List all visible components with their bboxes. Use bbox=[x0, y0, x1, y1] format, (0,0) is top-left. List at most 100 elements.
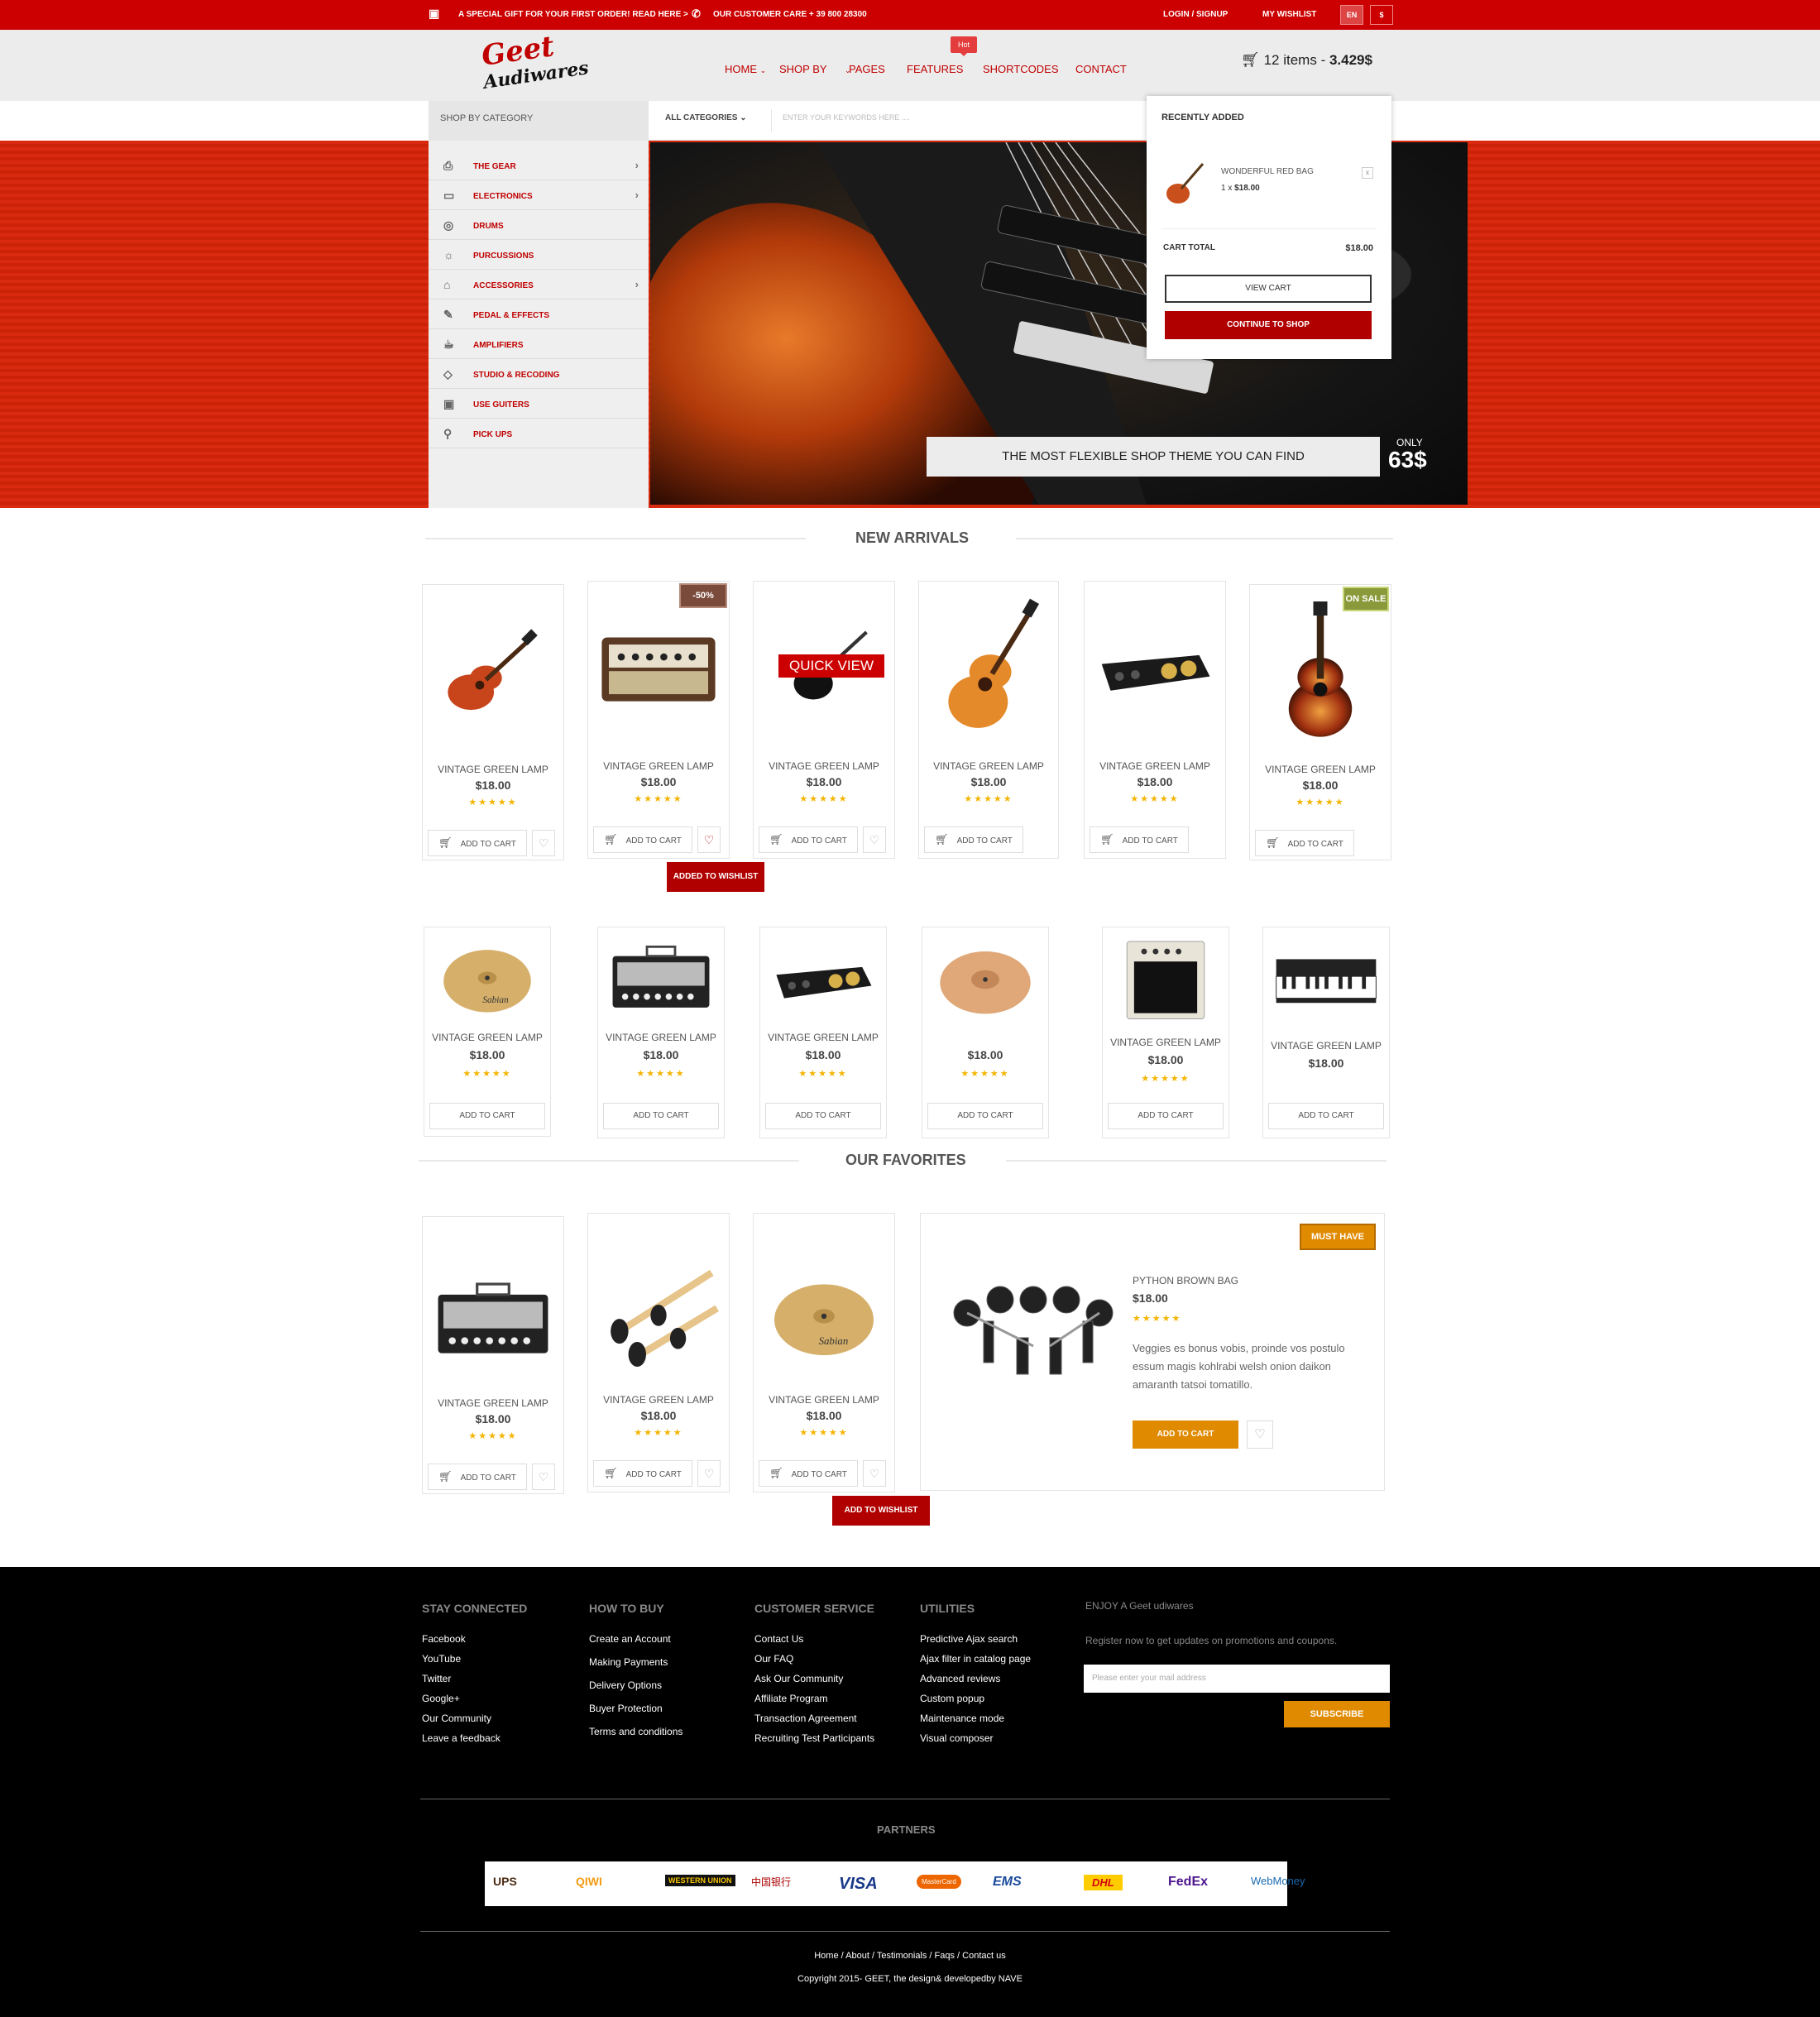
product-image[interactable] bbox=[596, 598, 721, 739]
nav-shortcodes[interactable]: SHORTCODES bbox=[983, 63, 1059, 75]
nav-contact[interactable]: CONTACT bbox=[1075, 63, 1127, 75]
product-name[interactable]: VINTAGE GREEN LAMP bbox=[588, 760, 729, 772]
wishlist-button[interactable]: ♡ bbox=[697, 1460, 721, 1487]
nav-pages[interactable]: PAGES bbox=[849, 63, 885, 75]
sidebar-item-pedal-effects[interactable]: ✎ PEDAL & EFFECTS bbox=[429, 299, 649, 329]
nav-home[interactable]: HOME ⌄ bbox=[725, 63, 766, 75]
add-to-cart-button[interactable]: 🛒︎ ADD TO CART bbox=[759, 826, 858, 853]
sidebar-item-purcussions[interactable]: ☼ PURCUSSIONS bbox=[429, 240, 649, 270]
wishlist-button[interactable]: ♡ bbox=[863, 1460, 886, 1487]
product-image[interactable] bbox=[596, 1238, 721, 1396]
product-name[interactable]: VINTAGE GREEN LAMP bbox=[423, 764, 563, 775]
product-image[interactable] bbox=[1111, 936, 1220, 1022]
footer-link[interactable]: YouTube bbox=[422, 1653, 461, 1665]
product-name[interactable]: VINTAGE GREEN LAMP bbox=[423, 1397, 563, 1409]
product-image[interactable]: Sabian bbox=[762, 1238, 886, 1396]
add-to-cart-button[interactable]: 🛒︎ ADD TO CART bbox=[1255, 830, 1354, 856]
footer-link[interactable]: Contact Us bbox=[754, 1633, 803, 1645]
product-name[interactable]: VINTAGE GREEN LAMP bbox=[754, 760, 894, 772]
featured-product-name[interactable]: PYTHON BROWN BAG bbox=[1133, 1275, 1238, 1286]
footer-link[interactable]: Visual composer bbox=[920, 1732, 994, 1744]
product-name[interactable]: VINTAGE GREEN LAMP bbox=[760, 1032, 886, 1043]
subscribe-button[interactable]: SUBSCRIBE bbox=[1284, 1701, 1390, 1727]
product-name[interactable]: VINTAGE GREEN LAMP bbox=[598, 1032, 724, 1043]
footer-link[interactable]: Delivery Options bbox=[589, 1679, 662, 1691]
footer-link[interactable]: Google+ bbox=[422, 1693, 460, 1704]
mini-cart-item-name[interactable]: WONDERFUL RED BAG bbox=[1221, 167, 1314, 176]
sidebar-item-amplifiers[interactable]: ☕︎ AMPLIFIERS bbox=[429, 329, 649, 359]
product-name[interactable]: VINTAGE GREEN LAMP bbox=[1263, 1040, 1389, 1052]
product-image[interactable] bbox=[769, 936, 878, 1022]
product-image[interactable] bbox=[927, 598, 1050, 739]
promo-link[interactable]: A SPECIAL GIFT FOR YOUR FIRST ORDER! REA… bbox=[458, 10, 688, 19]
newsletter-email-input[interactable]: Please enter your mail address bbox=[1084, 1665, 1390, 1693]
product-name[interactable]: VINTAGE GREEN LAMP bbox=[754, 1394, 894, 1406]
sidebar-item-pick-ups[interactable]: ⚲ PICK UPS bbox=[429, 419, 649, 448]
footer-link[interactable]: Recruiting Test Participants bbox=[754, 1732, 874, 1744]
product-name[interactable]: VINTAGE GREEN LAMP bbox=[1085, 760, 1225, 772]
category-select[interactable]: ALL CATEGORIES ⌄ bbox=[665, 113, 747, 122]
remove-item-button[interactable]: x bbox=[1362, 167, 1373, 179]
product-name[interactable]: VINTAGE GREEN LAMP bbox=[424, 1032, 550, 1043]
product-image[interactable] bbox=[431, 601, 555, 742]
footer-link[interactable]: Twitter bbox=[422, 1673, 451, 1684]
add-to-cart-button[interactable]: 🛒︎ ADD TO CART bbox=[593, 1460, 692, 1487]
footer-link[interactable]: Maintenance mode bbox=[920, 1713, 1004, 1724]
add-to-cart-button[interactable]: ADD TO CART bbox=[429, 1103, 545, 1129]
continue-shopping-button[interactable]: CONTINUE TO SHOP bbox=[1165, 311, 1372, 339]
wishlist-button[interactable]: ♡ bbox=[697, 826, 721, 853]
add-to-cart-button[interactable]: 🛒︎ ADD TO CART bbox=[428, 1464, 527, 1490]
wishlist-button[interactable]: ♡ bbox=[532, 1464, 555, 1490]
footer-link[interactable]: Our FAQ bbox=[754, 1653, 793, 1665]
footer-link[interactable]: Create an Account bbox=[589, 1633, 671, 1645]
sidebar-item-electronics[interactable]: ▭ ELECTRONICS › bbox=[429, 180, 649, 210]
wishlist-link[interactable]: MY WISHLIST bbox=[1262, 10, 1316, 19]
language-select[interactable]: EN bbox=[1340, 5, 1363, 25]
add-to-cart-button[interactable]: 🛒︎ ADD TO CART bbox=[593, 826, 692, 853]
sidebar-item-use-guiters[interactable]: ▣ USE GUITERS bbox=[429, 389, 649, 419]
add-to-cart-button[interactable]: ADD TO CART bbox=[765, 1103, 881, 1129]
product-image[interactable] bbox=[931, 936, 1040, 1022]
add-to-cart-button[interactable]: 🛒︎ ADD TO CART bbox=[759, 1460, 858, 1487]
featured-product-image[interactable] bbox=[934, 1272, 1141, 1396]
add-to-cart-button[interactable]: ADD TO CART bbox=[603, 1103, 719, 1129]
product-name[interactable]: VINTAGE GREEN LAMP bbox=[588, 1394, 729, 1406]
view-cart-button[interactable]: VIEW CART bbox=[1165, 275, 1372, 303]
footer-link[interactable]: Making Payments bbox=[589, 1656, 668, 1668]
add-to-cart-button[interactable]: 🛒︎ ADD TO CART bbox=[1090, 826, 1189, 853]
footer-link[interactable]: Leave a feedback bbox=[422, 1732, 500, 1744]
product-name[interactable]: VINTAGE GREEN LAMP bbox=[1103, 1037, 1228, 1048]
add-to-cart-button[interactable]: ADD TO CART bbox=[927, 1103, 1043, 1129]
sidebar-item-studio-recoding[interactable]: ◇ STUDIO & RECODING bbox=[429, 359, 649, 389]
product-image[interactable] bbox=[606, 936, 716, 1022]
sidebar-item-accessories[interactable]: ⌂ ACCESSORIES › bbox=[429, 270, 649, 299]
footer-link[interactable]: Transaction Agreement bbox=[754, 1713, 857, 1724]
add-to-cart-button[interactable]: ADD TO CART bbox=[1268, 1103, 1384, 1129]
cart-summary[interactable]: 🛒︎ 12 items - 3.429$ bbox=[1241, 51, 1372, 69]
product-image[interactable] bbox=[431, 1242, 555, 1399]
currency-select[interactable]: $ bbox=[1370, 5, 1393, 25]
featured-wishlist-button[interactable]: ♡ bbox=[1247, 1421, 1273, 1449]
footer-link[interactable]: Advanced reviews bbox=[920, 1673, 1000, 1684]
wishlist-button[interactable]: ♡ bbox=[863, 826, 886, 853]
footer-link[interactable]: Buyer Protection bbox=[589, 1703, 663, 1714]
quick-view-button[interactable]: QUICK VIEW bbox=[778, 654, 884, 678]
product-image[interactable] bbox=[1093, 598, 1217, 739]
footer-link[interactable]: Affiliate Program bbox=[754, 1693, 827, 1704]
logo[interactable]: Geet Audiwares bbox=[478, 30, 594, 99]
add-to-cart-button[interactable]: 🛒︎ ADD TO CART bbox=[428, 830, 527, 856]
product-image[interactable] bbox=[1258, 601, 1382, 742]
product-image[interactable]: Sabian bbox=[433, 936, 542, 1022]
add-to-cart-button[interactable]: 🛒︎ ADD TO CART bbox=[924, 826, 1023, 853]
footer-link[interactable]: Terms and conditions bbox=[589, 1726, 682, 1737]
featured-add-to-cart-button[interactable]: ADD TO CART bbox=[1133, 1421, 1238, 1449]
login-link[interactable]: LOGIN / SIGNUP bbox=[1163, 10, 1228, 19]
footer-link[interactable]: Ajax filter in catalog page bbox=[920, 1653, 1031, 1665]
footer-link[interactable]: Ask Our Community bbox=[754, 1673, 843, 1684]
add-to-cart-button[interactable]: ADD TO CART bbox=[1108, 1103, 1224, 1129]
footer-link[interactable]: Custom popup bbox=[920, 1693, 984, 1704]
nav-shop-by[interactable]: SHOP BY ⌄ bbox=[779, 63, 851, 75]
nav-features[interactable]: FEATURES bbox=[907, 63, 963, 75]
footer-link[interactable]: Our Community bbox=[422, 1713, 491, 1724]
search-input[interactable]: ENTER YOUR KEYWORDS HERE .... bbox=[783, 113, 910, 122]
